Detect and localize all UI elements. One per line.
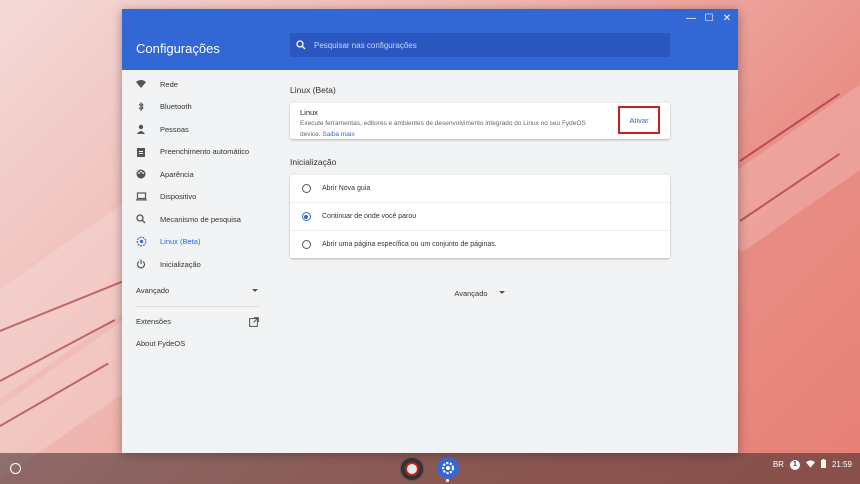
settings-app-icon[interactable] <box>437 457 459 479</box>
sidebar-item-inicializacao[interactable]: Inicialização <box>122 253 267 276</box>
startup-option-new-tab[interactable]: Abrir Nova guia <box>290 175 670 203</box>
sidebar-item-autofill[interactable]: Preenchimento automático <box>122 141 267 164</box>
power-icon <box>122 259 160 269</box>
activate-linux-button[interactable]: Ativar <box>618 106 660 134</box>
linux-name: Linux <box>300 108 318 117</box>
startup-option-label: Abrir uma página específica ou um conjun… <box>322 241 497 248</box>
chevron-down-icon <box>498 289 506 298</box>
clipboard-icon <box>122 147 160 157</box>
maximize-button[interactable]: ☐ <box>702 11 716 25</box>
startup-section-title: Inicialização <box>290 157 337 167</box>
title-bar: — ☐ ✕ <box>122 9 738 27</box>
wifi-icon <box>122 80 160 89</box>
open-external-icon <box>249 316 259 329</box>
linux-description: Execute ferramentas, editores e ambiente… <box>300 118 605 140</box>
sidebar-item-label: Bluetooth <box>160 102 192 112</box>
status-tray[interactable]: BR 1 21:59 <box>773 459 852 470</box>
sidebar-item-label: Pessoas <box>160 124 189 134</box>
notification-badge: 1 <box>789 459 800 470</box>
advanced-label: Avançado <box>454 289 488 298</box>
sidebar-item-label: Linux (Beta) <box>160 237 201 247</box>
laptop-icon <box>122 192 160 201</box>
sidebar-item-rede[interactable]: Rede <box>122 73 267 96</box>
linux-gear-icon <box>122 236 160 247</box>
launcher-icon[interactable] <box>10 463 21 474</box>
search-box[interactable] <box>290 33 670 57</box>
close-button[interactable]: ✕ <box>720 11 734 25</box>
sidebar-item-aparencia[interactable]: Aparência <box>122 163 267 186</box>
startup-option-specific-page[interactable]: Abrir uma página específica ou um conjun… <box>290 231 670 258</box>
shelf: BR 1 21:59 <box>0 453 860 484</box>
wifi-status-icon <box>805 459 815 470</box>
sidebar-item-label: Mecanismo de pesquisa <box>160 214 241 224</box>
main-content: Linux (Beta) Linux Execute ferramentas, … <box>290 70 670 298</box>
sidebar-item-mecanismo[interactable]: Mecanismo de pesquisa <box>122 208 267 231</box>
sidebar-extensions-label: Extensões <box>136 317 172 326</box>
learn-more-link[interactable]: Saiba mais <box>322 131 354 138</box>
sidebar-item-dispositivo[interactable]: Dispositivo <box>122 186 267 209</box>
page-title: Configurações <box>136 41 220 56</box>
palette-icon <box>122 169 160 179</box>
sidebar-about-link[interactable]: About FydeOS <box>122 333 267 355</box>
settings-header: Configurações <box>122 27 738 70</box>
search-input[interactable] <box>312 39 670 51</box>
bluetooth-icon <box>122 101 160 112</box>
sidebar: Rede Bluetooth Pessoas Preenchimento aut… <box>122 70 267 453</box>
minimize-button[interactable]: — <box>684 11 698 25</box>
sidebar-item-label: Rede <box>160 79 178 89</box>
chrome-app-icon[interactable] <box>400 457 424 481</box>
search-icon <box>122 214 160 224</box>
startup-card: Abrir Nova guia Continuar de onde você p… <box>290 175 670 258</box>
search-icon <box>290 40 312 50</box>
sidebar-item-label: Dispositivo <box>160 192 197 202</box>
locale-indicator: BR <box>772 460 784 469</box>
sidebar-item-linux[interactable]: Linux (Beta) <box>122 231 267 254</box>
settings-body: Rede Bluetooth Pessoas Preenchimento aut… <box>122 70 738 453</box>
startup-option-continue[interactable]: Continuar de onde você parou <box>290 203 670 231</box>
settings-window: — ☐ ✕ Configurações Rede Bluetooth <box>122 9 738 453</box>
active-app-indicator <box>446 479 449 482</box>
sidebar-advanced-toggle[interactable]: Avançado <box>122 280 267 302</box>
battery-icon <box>820 459 826 470</box>
sidebar-item-label: Aparência <box>160 169 194 179</box>
radio-button-selected[interactable] <box>301 212 311 221</box>
sidebar-extensions-link[interactable]: Extensões <box>122 311 267 333</box>
sidebar-item-label: Inicialização <box>160 259 201 269</box>
sidebar-about-label: About FydeOS <box>136 339 186 348</box>
sidebar-item-pessoas[interactable]: Pessoas <box>122 118 267 141</box>
chevron-down-icon <box>251 286 259 296</box>
sidebar-item-bluetooth[interactable]: Bluetooth <box>122 96 267 119</box>
startup-option-label: Abrir Nova guia <box>322 185 371 192</box>
radio-button[interactable] <box>301 240 311 249</box>
person-icon <box>122 124 160 135</box>
linux-section-title: Linux (Beta) <box>290 85 336 95</box>
clock: 21:59 <box>831 460 852 469</box>
linux-card: Linux Execute ferramentas, editores e am… <box>290 103 670 139</box>
advanced-toggle[interactable]: Avançado <box>290 288 670 298</box>
startup-option-label: Continuar de onde você parou <box>322 213 417 220</box>
radio-button[interactable] <box>301 184 311 193</box>
sidebar-item-label: Preenchimento automático <box>160 147 250 157</box>
sidebar-advanced-label: Avançado <box>136 286 170 295</box>
